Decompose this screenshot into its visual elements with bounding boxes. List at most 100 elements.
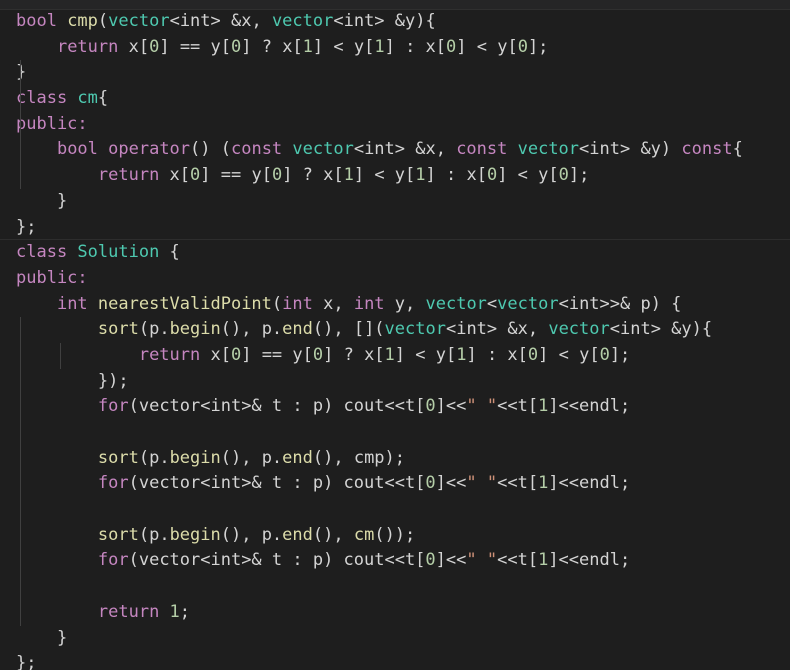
code-token: 1: [456, 344, 467, 365]
code-token: (vector<int>& t : p) cout<<t[: [128, 550, 426, 571]
code-token: return: [138, 344, 211, 365]
code-token: ] ? x[: [323, 344, 385, 365]
code-line[interactable]: [0, 574, 790, 600]
code-token: 1: [415, 165, 426, 186]
code-line[interactable]: for(vector<int>& t : p) cout<<t[0]<<" "<…: [0, 471, 790, 497]
code-token: class: [16, 88, 78, 109]
code-token: vector: [425, 293, 487, 314]
code-token: 0: [271, 165, 283, 186]
code-token: end: [282, 319, 313, 340]
code-line[interactable]: [0, 420, 790, 446]
code-token: int: [56, 293, 98, 314]
code-token: 0: [425, 550, 436, 571]
code-token: 0: [446, 36, 457, 57]
indent-guide: [60, 343, 61, 369]
code-token: sort: [97, 524, 139, 545]
code-token: ] < y[: [394, 344, 457, 365]
code-token: ] < y[: [312, 36, 375, 57]
code-token: 0: [486, 165, 498, 186]
code-line[interactable]: public:: [0, 266, 790, 292]
code-token: });: [16, 370, 129, 391]
code-token: end: [282, 447, 313, 468]
code-token: <int>>& p) {: [558, 293, 682, 314]
code-area[interactable]: bool cmp(vector<int> &x, vector<int> &y)…: [0, 9, 790, 670]
code-editor[interactable]: bool cmp(vector<int> &x, vector<int> &y)…: [0, 0, 790, 670]
code-token: operator: [108, 139, 191, 160]
code-token: <<t[: [497, 550, 539, 571]
code-token: (p.: [138, 447, 170, 468]
code-token: vector: [292, 139, 354, 160]
code-token: <<t[: [497, 473, 539, 494]
code-line[interactable]: }: [0, 189, 790, 215]
code-line[interactable]: return x[0] == y[0] ? x[1] < y[1] : x[0]…: [0, 35, 790, 61]
code-line[interactable]: class cm{: [0, 86, 790, 112]
code-line[interactable]: sort(p.begin(), p.end(), cmp);: [0, 446, 790, 472]
code-token: (), p.: [220, 319, 283, 340]
code-token: {: [159, 242, 180, 263]
code-token: 1: [538, 550, 549, 571]
code-token: ] ? x[: [241, 36, 303, 57]
code-line[interactable]: [0, 497, 790, 523]
code-token: ] : x[: [384, 36, 447, 57]
code-token: 1: [538, 396, 549, 417]
code-line[interactable]: return x[0] == y[0] ? x[1] < y[1] : x[0]…: [0, 163, 790, 189]
code-token: 1: [384, 344, 395, 365]
code-line[interactable]: return x[0] == y[0] ? x[1] < y[1] : x[0]…: [0, 343, 790, 369]
code-line[interactable]: }: [0, 60, 790, 86]
code-line[interactable]: sort(p.begin(), p.end(), cm());: [0, 523, 790, 549]
code-token: <int> &x,: [445, 319, 549, 340]
code-line[interactable]: class Solution {: [0, 240, 790, 266]
code-token: ] < y[: [497, 165, 559, 186]
code-token: (vector<int>& t : p) cout<<t[: [128, 396, 426, 417]
indent-guide: [20, 163, 21, 189]
code-token: 0: [190, 165, 201, 186]
code-token: class: [16, 242, 78, 263]
code-token: return: [97, 165, 170, 186]
code-token: const: [681, 139, 733, 160]
code-line[interactable]: for(vector<int>& t : p) cout<<t[0]<<" "<…: [0, 548, 790, 574]
code-token: ]<<endl;: [548, 550, 631, 571]
code-token: (), p.: [220, 524, 283, 545]
code-line[interactable]: int nearestValidPoint(int x, int y, vect…: [0, 292, 790, 318]
code-token: (vector<int>& t : p) cout<<t[: [128, 473, 426, 494]
code-token: public:: [16, 267, 88, 288]
code-line[interactable]: public:: [0, 112, 790, 138]
code-token: y,: [394, 293, 426, 314]
code-token: 0: [517, 36, 528, 57]
code-token: begin: [169, 524, 221, 545]
code-line[interactable]: sort(p.begin(), p.end(), [](vector<int> …: [0, 317, 790, 343]
code-token: }: [16, 62, 27, 83]
code-token: 1: [169, 601, 180, 622]
code-token: cm: [77, 88, 98, 109]
code-token: return: [56, 36, 129, 57]
code-line[interactable]: return 1;: [0, 600, 790, 626]
code-token: cm: [353, 524, 375, 545]
code-token: ] < y[: [538, 344, 600, 365]
code-token: (: [97, 11, 109, 31]
code-token: vector: [384, 319, 446, 340]
code-line[interactable]: }: [0, 626, 790, 652]
code-line[interactable]: bool cmp(vector<int> &x, vector<int> &y)…: [0, 9, 790, 35]
code-line[interactable]: };: [0, 651, 790, 670]
code-token: x,: [323, 293, 354, 314]
code-token: <int> &y){: [609, 319, 713, 340]
code-token: ] == y[: [200, 165, 272, 186]
code-line[interactable]: };: [0, 215, 790, 241]
code-token: vector: [271, 11, 334, 31]
code-line[interactable]: for(vector<int>& t : p) cout<<t[0]<<" "<…: [0, 394, 790, 420]
code-line[interactable]: bool operator() (const vector<int> &x, c…: [0, 137, 790, 163]
code-token: bool: [16, 11, 68, 31]
code-line[interactable]: });: [0, 369, 790, 395]
code-token: ];: [568, 165, 590, 186]
code-token: };: [16, 653, 37, 670]
code-token: bool: [56, 139, 109, 160]
code-token: cmp: [67, 11, 98, 31]
code-token: 0: [425, 473, 436, 494]
code-token: " ": [466, 550, 498, 571]
code-token: for: [97, 550, 129, 571]
code-token: <<t[: [497, 396, 539, 417]
indent-guide: [20, 317, 21, 626]
